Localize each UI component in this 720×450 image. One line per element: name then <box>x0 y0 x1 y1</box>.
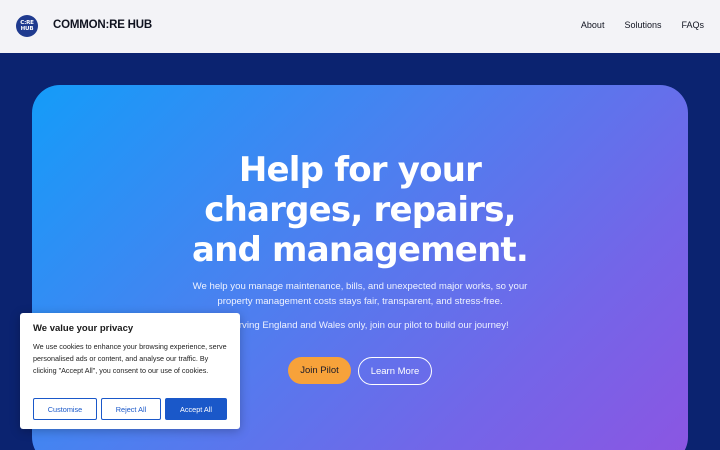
cookie-text: We use cookies to enhance your browsing … <box>33 342 227 375</box>
logo-icon[interactable]: C:RE HUB <box>16 15 38 37</box>
cookie-title: We value your privacy <box>33 323 134 334</box>
hero-title: Help for your charges, repairs, and mana… <box>0 150 720 270</box>
reject-all-button[interactable]: Reject All <box>101 398 161 420</box>
hero-subtitle: We help you manage maintenance, bills, a… <box>192 281 528 307</box>
logo-text-line2: HUB <box>20 26 34 32</box>
learn-more-button[interactable]: Learn More <box>358 357 432 385</box>
customise-button[interactable]: Customise <box>33 398 97 420</box>
site-header: C:RE HUB COMMON:RE HUB About Solutions F… <box>0 0 720 53</box>
hero-title-line3: and management. <box>191 230 529 270</box>
nav-faqs[interactable]: FAQs <box>681 20 704 30</box>
join-pilot-button[interactable]: Join Pilot <box>288 357 351 384</box>
hero-title-line1: Help for your <box>238 150 482 190</box>
main-nav: About Solutions FAQs <box>561 20 704 30</box>
hero-pilot-note: y serving England and Wales only, join o… <box>221 320 509 331</box>
nav-about[interactable]: About <box>581 20 605 30</box>
hero-title-line2: charges, repairs, <box>204 190 516 230</box>
nav-solutions[interactable]: Solutions <box>624 20 661 30</box>
brand-name[interactable]: COMMON:RE HUB <box>53 19 152 31</box>
accept-all-button[interactable]: Accept All <box>165 398 227 420</box>
cookie-banner: We value your privacy We use cookies to … <box>20 313 240 429</box>
